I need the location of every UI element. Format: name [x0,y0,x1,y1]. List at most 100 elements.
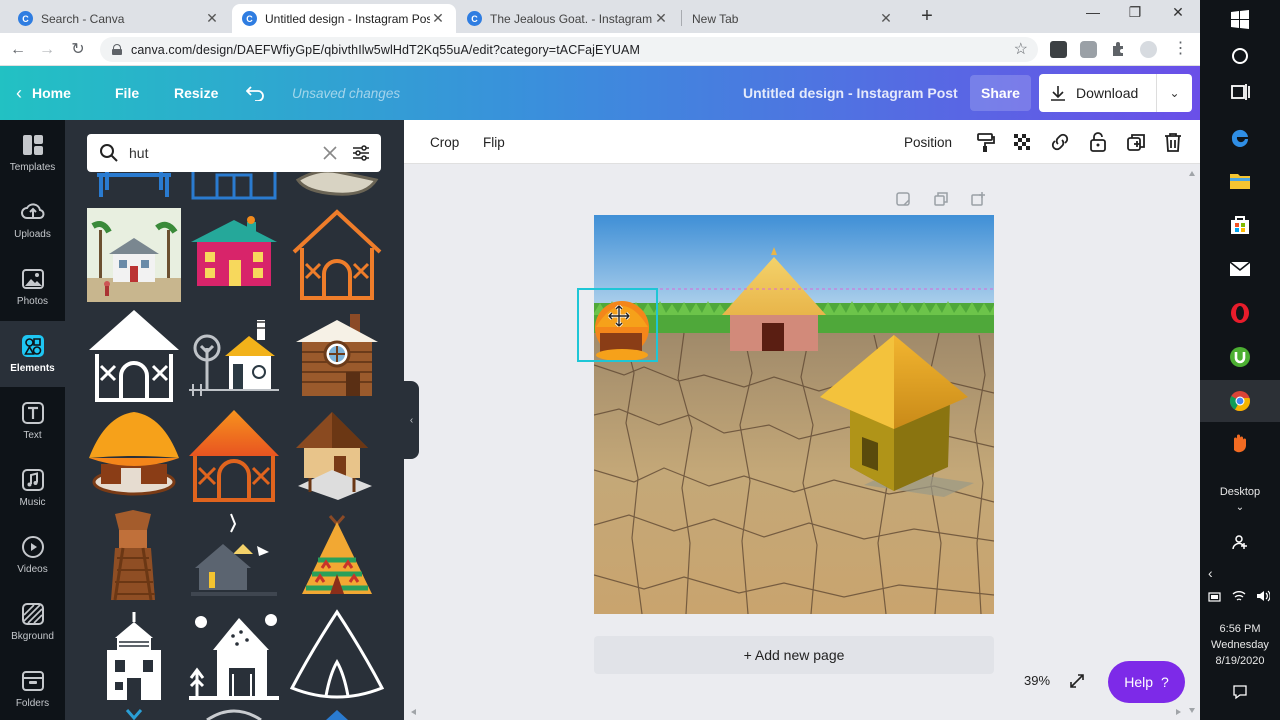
nav-folders[interactable]: Folders [0,656,65,720]
transparency-icon[interactable] [1011,131,1033,153]
microsoft-store-icon[interactable] [1228,213,1252,237]
share-button[interactable]: Share [970,75,1031,111]
windows-start-icon[interactable] [1228,8,1252,32]
close-tab-icon[interactable]: ✕ [878,10,894,27]
search-input[interactable] [129,145,319,161]
element-log-cabin[interactable] [290,308,384,402]
element-wooden-tower[interactable] [87,508,181,602]
battery-icon[interactable] [1208,592,1222,602]
browser-menu-icon[interactable]: ⋮ [1172,41,1189,58]
position-button[interactable]: Position [904,120,952,164]
chevron-down-icon[interactable]: ⌄ [1157,86,1192,100]
extension-camera-icon[interactable] [1080,41,1097,58]
volume-icon[interactable] [1256,590,1270,602]
clear-search-icon[interactable] [321,144,339,162]
element-cottage-with-tree[interactable] [187,308,281,402]
element-stilt-hut[interactable] [290,408,384,502]
profile-avatar-icon[interactable] [1140,41,1157,58]
wifi-icon[interactable] [1232,590,1246,602]
selected-element-outline[interactable] [577,288,658,362]
back-arrow-icon[interactable]: ← [7,39,29,61]
desktop-label[interactable]: Desktop [1200,486,1280,498]
page-notes-icon[interactable] [895,191,911,207]
new-tab-button[interactable]: + [916,6,938,28]
move-handle-icon[interactable] [608,305,630,327]
browser-tab-search-canva[interactable]: C Search - Canva ✕ [8,4,230,33]
extensions-puzzle-icon[interactable] [1110,41,1127,58]
browser-tab-untitled-design[interactable]: C Untitled design - Instagram Post ✕ [232,4,456,33]
extension-media-icon[interactable] [1050,41,1067,58]
close-window-icon[interactable]: ✕ [1166,4,1190,24]
close-tab-icon[interactable]: ✕ [653,10,669,27]
resize-button[interactable]: Resize [174,66,218,120]
duplicate-page-icon[interactable] [933,191,949,207]
forward-arrow-icon[interactable]: → [36,39,58,61]
element-decorated-tepee[interactable] [290,508,384,602]
element-orange-round-hut[interactable] [87,408,181,502]
help-button[interactable]: Help ? [1108,661,1185,703]
element-white-outline-hut[interactable] [87,308,181,402]
vertical-scrollbar[interactable] [1188,168,1196,716]
file-explorer-icon[interactable] [1228,169,1252,193]
add-page-icon[interactable] [970,191,986,207]
close-tab-icon[interactable]: ✕ [204,10,220,27]
fullscreen-icon[interactable] [1069,673,1085,689]
element-orange-outline-hut[interactable] [290,208,384,302]
opera-browser-icon[interactable] [1228,301,1252,325]
chevron-left-icon[interactable]: ‹ [1208,565,1213,581]
element-white-pagoda[interactable] [87,608,181,702]
nav-background[interactable]: Bkground [0,589,65,655]
restore-window-icon[interactable]: ❐ [1123,4,1147,24]
bookmark-star-icon[interactable]: ☆ [1014,39,1028,59]
nav-photos[interactable]: Photos [0,254,65,320]
duplicate-icon[interactable] [1125,131,1147,153]
task-view-icon[interactable] [1228,80,1252,104]
action-center-icon[interactable] [1232,684,1248,700]
element-orange-gradient-hut[interactable] [187,408,281,502]
element-blue-partial[interactable] [87,708,181,720]
download-button[interactable]: Download ⌄ [1039,74,1192,112]
crop-button[interactable]: Crop [430,120,459,164]
element-white-outline-tent[interactable] [290,608,384,702]
design-canvas[interactable] [594,215,994,614]
minimize-window-icon[interactable]: — [1081,4,1105,24]
element-blue-roof-partial[interactable] [290,708,384,720]
add-new-page-button[interactable]: + Add new page [594,636,994,674]
mail-icon[interactable] [1228,257,1252,281]
collapse-panel-button[interactable]: ‹ [404,381,419,459]
edge-browser-icon[interactable] [1228,125,1252,149]
search-box[interactable] [87,134,381,172]
zoom-level[interactable]: 39% [1024,673,1050,688]
element-village-house-photo[interactable] [87,208,181,302]
browser-tab-jealous-goat[interactable]: C The Jealous Goat. - Instagram Po ✕ [457,4,679,33]
app-orange-hand-icon[interactable] [1228,432,1252,456]
browser-tab-new-tab[interactable]: New Tab ✕ [682,4,904,33]
filter-icon[interactable] [351,143,371,163]
nav-videos[interactable]: Videos [0,522,65,588]
nav-elements[interactable]: Elements [0,321,65,387]
nav-music[interactable]: Music [0,455,65,521]
design-title[interactable]: Untitled design - Instagram Post [743,66,958,120]
chevron-down-icon[interactable]: ⌄ [1200,502,1280,513]
element-cabin-night[interactable] [187,508,281,602]
nav-text[interactable]: Text [0,388,65,454]
file-menu-button[interactable]: File [115,66,139,120]
lock-icon[interactable] [1087,131,1109,153]
people-icon[interactable] [1231,533,1249,551]
reload-icon[interactable]: ↻ [67,39,89,61]
copy-style-icon[interactable] [974,131,996,153]
horizontal-scrollbar[interactable] [408,708,1184,716]
url-bar[interactable]: canva.com/design/DAEFWfiyGpE/qbivthIlw5w… [100,37,1038,62]
element-white-tent-house[interactable] [187,608,281,702]
nav-templates[interactable]: Templates [0,120,65,186]
element-teal-pink-house[interactable] [187,208,281,302]
utorrent-icon[interactable] [1228,345,1252,369]
cortana-search-icon[interactable] [1228,44,1252,68]
element-grey-partial[interactable] [187,708,281,720]
flip-button[interactable]: Flip [483,120,505,164]
trash-icon[interactable] [1162,131,1184,153]
system-clock[interactable]: 6:56 PM Wednesday 8/19/2020 [1200,621,1280,669]
home-button[interactable]: ‹ Home [16,66,71,120]
close-tab-icon[interactable]: ✕ [430,10,446,27]
undo-button[interactable] [246,66,266,120]
